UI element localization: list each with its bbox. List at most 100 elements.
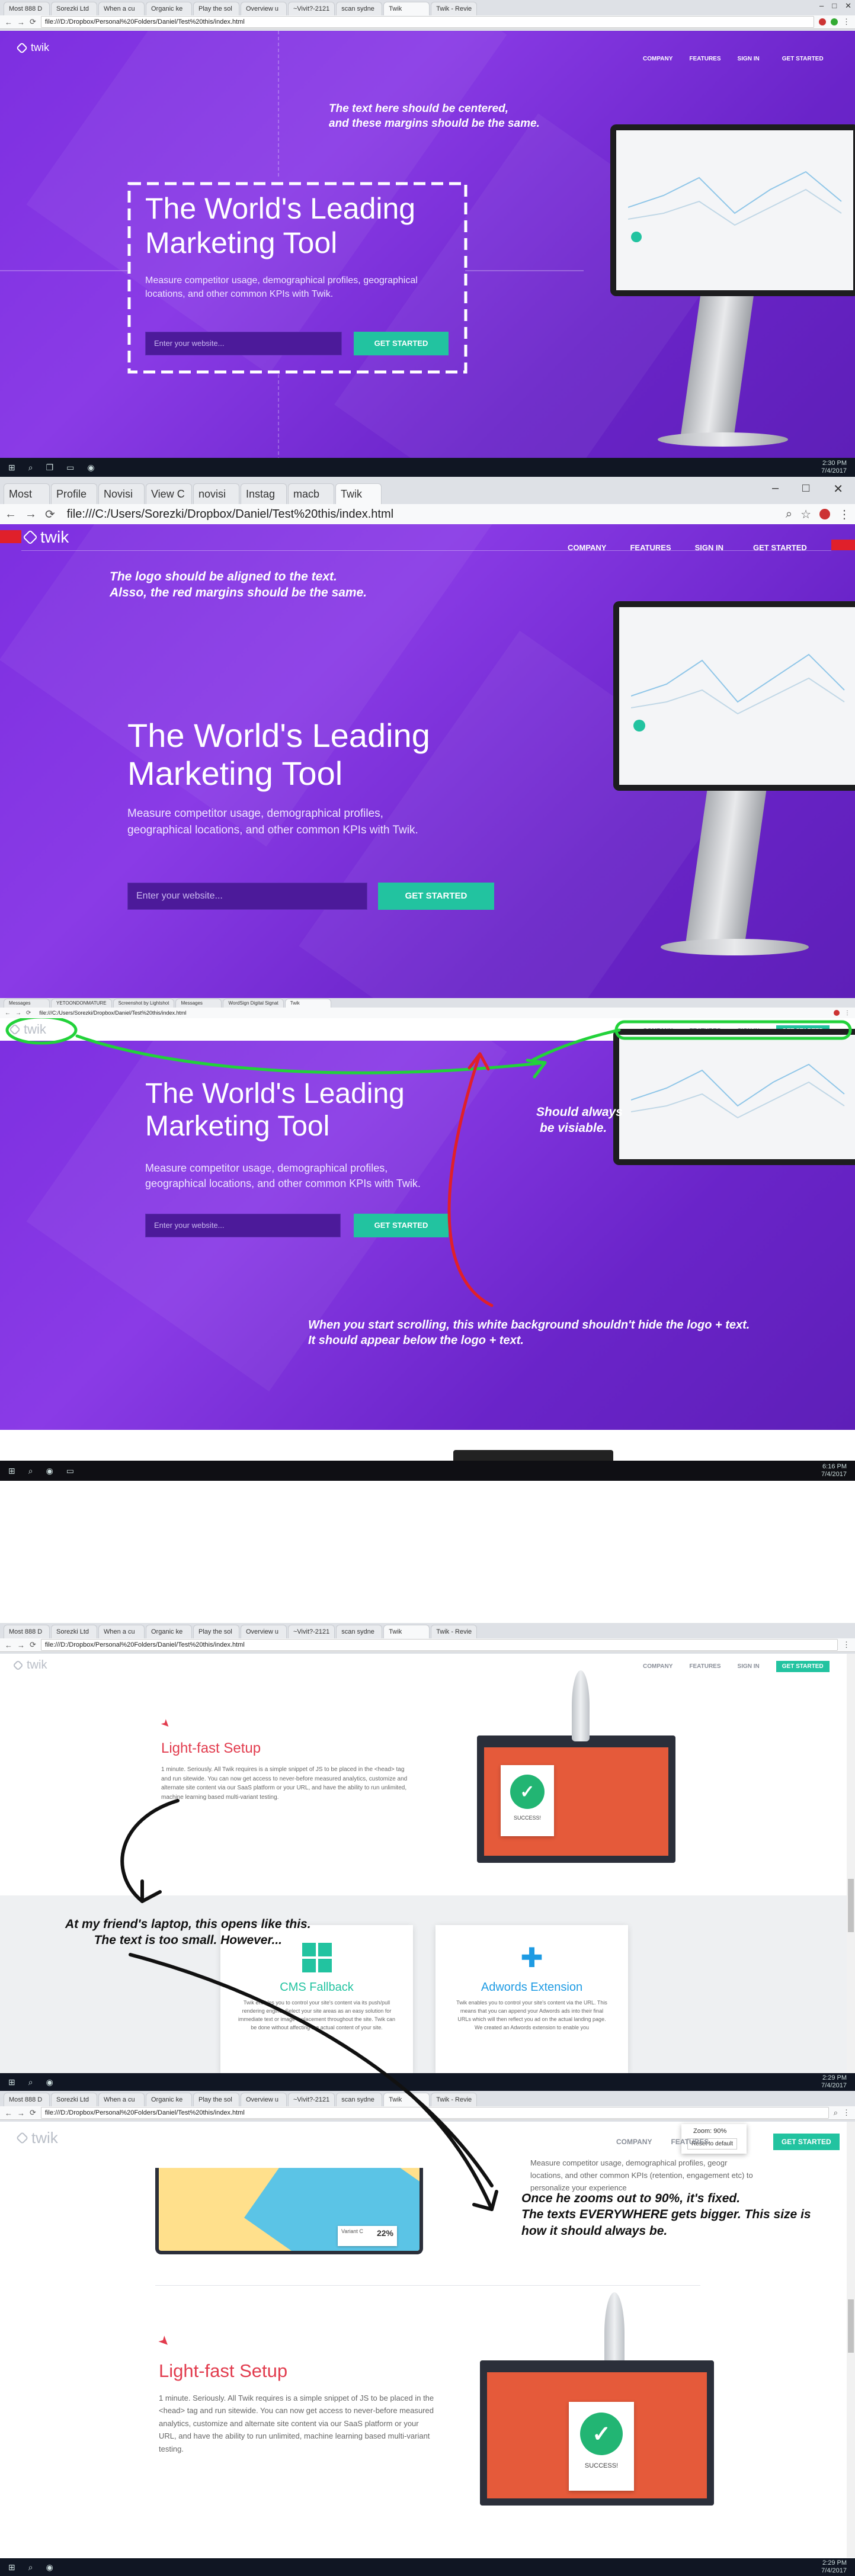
browser-tab[interactable]: Novisi	[98, 483, 145, 504]
browser-tab[interactable]: Overview u	[241, 2, 287, 15]
browser-tab-active[interactable]: Twik	[383, 2, 430, 15]
chrome-icon[interactable]: ◉	[46, 1466, 53, 1476]
folder-icon[interactable]: ▭	[66, 1466, 74, 1476]
window-controls: – □ ✕	[772, 482, 843, 496]
reload-icon[interactable]: ⟳	[30, 17, 36, 27]
browser-tab[interactable]: View C	[146, 483, 192, 504]
browser-tab[interactable]: Most	[4, 483, 50, 504]
get-started-button[interactable]: GET STARTED	[354, 332, 449, 355]
browser-tab[interactable]: Most 888 D	[4, 2, 50, 15]
tab-strip: Messages YETOONDONMATURE Screenshot by L…	[0, 998, 855, 1008]
website-input[interactable]: Enter your website...	[127, 883, 367, 910]
forward-icon[interactable]: →	[25, 508, 37, 521]
windows-start-icon[interactable]: ⊞	[8, 463, 15, 473]
browser-tab-active[interactable]: Twik	[335, 483, 382, 504]
star-icon[interactable]: ☆	[800, 507, 811, 522]
address-input[interactable]: file:///C:/Users/Sorezki/Dropbox/Daniel/…	[36, 1009, 829, 1017]
screenshot-2: Most Profile Novisi View C novisi Instag…	[0, 477, 855, 998]
browser-tab[interactable]: WordSign Digital Signat	[223, 999, 284, 1008]
system-tray-clock[interactable]: 2:29 PM 7/4/2017	[821, 2559, 847, 2575]
annotation-arrow-long	[120, 1799, 494, 2187]
hero-subtitle: Measure competitor usage, demographical …	[127, 807, 418, 836]
browser-tab[interactable]: Sorezki Ltd	[51, 2, 97, 15]
extension-icon[interactable]	[819, 509, 830, 519]
annotation-text: The text here should be centered, and th…	[329, 102, 540, 130]
address-bar-row: ← → ⟳ file:///C:/Users/Sorezki/Dropbox/D…	[0, 504, 855, 525]
nav-features[interactable]: FEATURES	[630, 543, 671, 552]
browser-tab[interactable]: Profile	[51, 483, 97, 504]
floating-pill	[453, 1450, 613, 1461]
close-icon[interactable]: ✕	[833, 482, 843, 496]
windows-taskbar: ⊞ ⌕ ❐ ▭ ◉ 2:30 PM 7/4/2017	[0, 458, 855, 477]
extension-icon[interactable]	[831, 18, 838, 25]
search-icon[interactable]: ⌕	[28, 2562, 33, 2572]
nav-company[interactable]: COMPANY	[568, 543, 606, 552]
monitor-base	[661, 939, 809, 955]
nav-get-started[interactable]: GET STARTED	[747, 541, 813, 554]
reload-icon[interactable]: ⟳	[45, 507, 55, 522]
screen-chart-icon	[631, 653, 845, 732]
browser-tab-active[interactable]: Twik	[284, 999, 331, 1008]
browser-tab[interactable]: Twik - Revie	[431, 2, 478, 15]
monitor-base	[658, 432, 788, 447]
forward-icon[interactable]: →	[15, 1010, 21, 1016]
hero-section: twik COMPANY FEATURES SIGN IN GET STARTE…	[0, 1018, 855, 1430]
annotation-text: When you start scrolling, this white bac…	[308, 1319, 750, 1347]
browser-tab[interactable]: YETOONDONMATURE	[51, 999, 112, 1008]
top-nav: COMPANY FEATURES SIGN IN GET STARTED	[568, 541, 813, 554]
windows-start-icon[interactable]: ⊞	[8, 1466, 15, 1476]
search-icon[interactable]: ⌕	[786, 508, 792, 521]
browser-tab[interactable]: Organic ke	[146, 2, 192, 15]
hero-title: The World's Leading Marketing Tool	[127, 717, 430, 793]
system-tray-clock[interactable]: 2:30 PM 7/4/2017	[821, 460, 847, 475]
hero-title: The World's Leading Marketing Tool	[145, 192, 416, 259]
back-icon[interactable]: ←	[5, 18, 12, 27]
browser-tab[interactable]: When a cu	[98, 2, 145, 15]
menu-icon[interactable]: ⋮	[838, 507, 850, 522]
back-icon[interactable]: ←	[5, 1010, 11, 1016]
folder-icon[interactable]: ▭	[66, 463, 74, 473]
extension-icon[interactable]	[834, 1010, 840, 1016]
minimize-icon[interactable]: –	[819, 1, 824, 11]
extension-icon[interactable]	[819, 18, 826, 25]
chrome-icon[interactable]: ◉	[87, 463, 94, 473]
system-tray-clock[interactable]: 6:16 PM 7/4/2017	[821, 1463, 847, 1478]
address-input[interactable]: file:///C:/Users/Sorezki/Dropbox/Daniel/…	[63, 506, 777, 522]
windows-start-icon[interactable]: ⊞	[8, 2562, 15, 2572]
reload-icon[interactable]: ⟳	[26, 1010, 31, 1016]
browser-tab[interactable]: Screenshot by Lightshot	[113, 999, 175, 1008]
back-icon[interactable]: ←	[5, 508, 17, 521]
browser-tab[interactable]: macb	[288, 483, 334, 504]
monitor-illustration	[598, 124, 855, 456]
maximize-icon[interactable]: □	[802, 482, 809, 496]
monitor-illustration	[607, 601, 855, 974]
red-margin-right	[831, 540, 855, 550]
forward-icon[interactable]: →	[17, 18, 25, 27]
browser-tab[interactable]: Messages	[175, 999, 222, 1008]
screen-chart-icon	[628, 171, 842, 242]
search-icon[interactable]: ⌕	[28, 463, 33, 473]
browser-tab[interactable]: novisi	[193, 483, 239, 504]
browser-tab[interactable]: Play the sol	[193, 2, 239, 15]
chrome-icon[interactable]: ◉	[46, 2562, 53, 2572]
maximize-icon[interactable]: □	[832, 1, 837, 11]
browser-tab[interactable]: scan sydne	[336, 2, 383, 15]
windows-taskbar: ⊞ ⌕ ◉ ▭ 6:16 PM 7/4/2017	[0, 1461, 855, 1481]
search-icon[interactable]: ⌕	[28, 1466, 33, 1476]
menu-icon[interactable]: ⋮	[844, 1010, 850, 1016]
get-started-button[interactable]: GET STARTED	[378, 883, 494, 910]
browser-tab[interactable]: ~Vivit?-2121	[288, 2, 335, 15]
annotation-text: The logo should be aligned to the text. …	[110, 570, 367, 600]
task-view-icon[interactable]: ❐	[46, 463, 54, 473]
website-input[interactable]: Enter your website...	[145, 332, 342, 355]
tab-strip: Most Profile Novisi View C novisi Instag…	[0, 477, 855, 504]
minimize-icon[interactable]: –	[772, 482, 779, 496]
menu-icon[interactable]: ⋮	[843, 17, 850, 27]
browser-tab[interactable]: Messages	[4, 999, 50, 1008]
nav-sign-in[interactable]: SIGN IN	[695, 543, 723, 552]
browser-tab[interactable]: Instag	[241, 483, 287, 504]
twik-logo[interactable]: twik	[23, 528, 69, 547]
close-icon[interactable]: ✕	[845, 1, 851, 11]
address-input[interactable]: file:///D:/Dropbox/Personal%20Folders/Da…	[40, 16, 814, 28]
scrollbar-thumb[interactable]	[848, 2299, 854, 2353]
